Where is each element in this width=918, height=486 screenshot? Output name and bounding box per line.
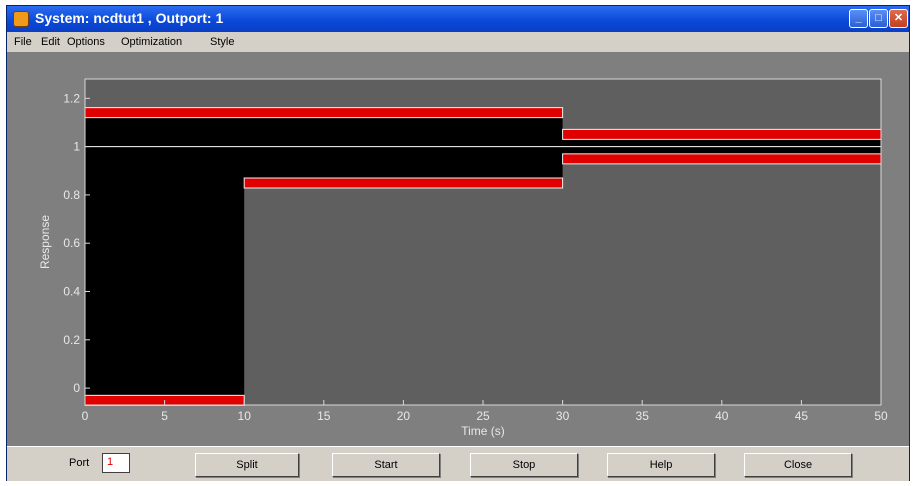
menu-style[interactable]: Style [210, 36, 234, 48]
split-button[interactable]: Split [195, 453, 299, 477]
menu-options[interactable]: Options [67, 36, 105, 48]
x-tick-label: 30 [556, 409, 570, 423]
window-title: System: ncdtut1 , Outport: 1 [35, 10, 224, 26]
port-label: Port [69, 457, 90, 469]
bottom-toolbar: Port 1 Split Start Stop Help Close [7, 446, 909, 481]
menu-bar: File Edit Options Optimization Style [7, 32, 909, 52]
y-tick-label: 1 [73, 140, 80, 154]
x-axis-label: Time (s) [461, 424, 505, 438]
menu-optimization[interactable]: Optimization [121, 36, 182, 48]
y-axis-label: Response [38, 215, 52, 269]
x-tick-label: 25 [476, 409, 490, 423]
matlab-logo-icon [13, 11, 29, 27]
y-tick-label: 0.6 [63, 236, 80, 250]
application-window: System: ncdtut1 , Outport: 1 _ □ ✕ File … [6, 5, 910, 481]
x-tick-label: 5 [161, 409, 168, 423]
minimize-icon[interactable]: _ [849, 9, 868, 28]
menu-file[interactable]: File [14, 36, 32, 48]
upper-constraint-bar-1[interactable] [84, 107, 564, 119]
lower-constraint-bar-3[interactable] [562, 153, 882, 165]
figure-area: 0 5 10 15 20 25 30 35 40 45 50 0 0.2 0.4 0.6 0.8 1 1.2 T… [7, 52, 909, 446]
lower-constraint-bar-2[interactable] [243, 177, 564, 189]
close-button[interactable]: Close [744, 453, 852, 477]
menu-edit[interactable]: Edit [41, 36, 60, 48]
y-tick-label: 0 [73, 381, 80, 395]
port-input[interactable]: 1 [102, 453, 130, 473]
help-button[interactable]: Help [607, 453, 715, 477]
x-tick-label: 20 [397, 409, 411, 423]
x-tick-label: 50 [874, 409, 888, 423]
y-tick-label: 1.2 [63, 91, 80, 105]
x-tick-label: 0 [82, 409, 89, 423]
y-tick-label: 0.8 [63, 188, 80, 202]
x-tick-label: 15 [317, 409, 331, 423]
y-tick-label: 0.4 [63, 285, 80, 299]
start-button[interactable]: Start [332, 453, 440, 477]
upper-constraint-bar-2[interactable] [562, 128, 882, 140]
close-icon[interactable]: ✕ [889, 9, 908, 28]
response-plot[interactable]: 0 5 10 15 20 25 30 35 40 45 50 0 0.2 0.4 0.6 0.8 1 1.2 T… [7, 52, 909, 446]
x-tick-label: 10 [238, 409, 252, 423]
y-tick-label: 0.2 [63, 333, 80, 347]
maximize-icon[interactable]: □ [869, 9, 888, 28]
x-tick-label: 45 [795, 409, 809, 423]
title-bar[interactable]: System: ncdtut1 , Outport: 1 _ □ ✕ [7, 6, 909, 32]
x-tick-label: 35 [636, 409, 650, 423]
stop-button[interactable]: Stop [470, 453, 578, 477]
x-tick-label: 40 [715, 409, 729, 423]
